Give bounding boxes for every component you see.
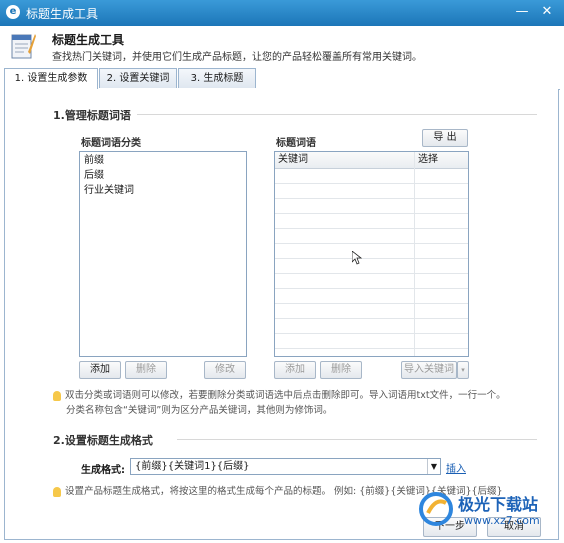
section-divider [137,114,537,115]
list-item[interactable]: 前缀 [80,153,246,168]
grid-row-line [275,318,468,319]
category-panel-label: 标题词语分类 [81,138,141,149]
close-button[interactable]: ✕ [538,4,556,20]
grid-row-line [275,303,468,304]
format-label: 生成格式: [81,465,125,476]
grid-row-line [275,213,468,214]
mouse-cursor-icon [352,251,362,265]
grid-row-line [275,333,468,334]
grid-row-line [275,273,468,274]
category-listbox[interactable]: 前缀 后缀 行业关键词 [79,151,247,357]
window-title: 标题生成工具 [26,7,99,21]
hint-line-1: 双击分类或词语则可以修改，若要删除分类或词语选中后点击删除即可。导入词语用txt… [65,390,506,401]
notepad-pencil-icon [11,34,36,59]
hint-line-2: 分类名称包含“关键词”则为区分产品关键词，其他则为修饰词。 [66,405,333,416]
import-keywords-button[interactable]: 导入关键词 [401,361,457,379]
lightbulb-icon [53,390,61,401]
minimize-button[interactable]: — [513,4,531,20]
app-icon: e [6,5,20,19]
grid-row-line [275,198,468,199]
watermark: 极光下载站 www.xz7.com [418,489,558,533]
watermark-logo-icon [419,492,453,526]
delete-word-button[interactable]: 删除 [320,361,362,379]
import-dropdown-arrow[interactable]: ▾ [457,361,469,379]
hint-manage-words: 双击分类或词语则可以修改，若要删除分类或词语选中后点击删除即可。导入词语用txt… [53,389,553,402]
watermark-brand: 极光下载站 [458,495,539,514]
section-manage-words-title: 1.管理标题词语 [53,109,131,122]
format-combobox[interactable]: {前缀}{关键词1}{后缀} ▼ [130,458,441,475]
format-value: {前缀}{关键词1}{后缀} [135,461,250,472]
tab-settings-params[interactable]: 1. 设置生成参数 [4,68,98,90]
header-title: 标题生成工具 [52,33,125,47]
section-format-title: 2.设置标题生成格式 [53,434,153,447]
grid-row-line [275,228,468,229]
grid-row-line [275,243,468,244]
words-grid[interactable]: 关键词 选择 [274,151,469,357]
delete-category-button[interactable]: 删除 [125,361,167,379]
grid-row-line [275,258,468,259]
list-item[interactable]: 行业关键词 [80,183,246,198]
tab-bar: 1. 设置生成参数 2. 设置关键词 3. 生成标题 [4,68,560,90]
tab-content: 1.管理标题词语 标题词语分类 前缀 后缀 行业关键词 添加 删除 修改 标题词… [4,89,559,540]
modify-category-button[interactable]: 修改 [204,361,246,379]
chevron-down-icon[interactable]: ▼ [427,459,440,474]
grid-row-line [275,288,468,289]
tab-set-keywords[interactable]: 2. 设置关键词 [99,68,177,88]
words-panel-label: 标题词语 [276,138,316,149]
watermark-url: www.xz7.com [464,514,540,527]
title-bar: e 标题生成工具 — ✕ [0,0,564,26]
list-item[interactable]: 后缀 [80,168,246,183]
grid-row-line [275,183,468,184]
column-header-keyword[interactable]: 关键词 [275,152,415,168]
add-word-button[interactable]: 添加 [274,361,316,379]
column-header-select[interactable]: 选择 [415,152,468,168]
header: 标题生成工具 查找热门关键词，并使用它们生成产品标题，让您的产品轻松覆盖所有常用… [0,26,564,66]
insert-link[interactable]: 插入 [446,460,466,475]
header-description: 查找热门关键词，并使用它们生成产品标题，让您的产品轻松覆盖所有常用关键词。 [52,52,422,63]
add-category-button[interactable]: 添加 [79,361,121,379]
lightbulb-icon [53,486,61,497]
section-divider [177,439,537,440]
export-button[interactable]: 导 出 [422,129,468,147]
grid-row-line [275,348,468,349]
tab-generate-titles[interactable]: 3. 生成标题 [178,68,256,88]
